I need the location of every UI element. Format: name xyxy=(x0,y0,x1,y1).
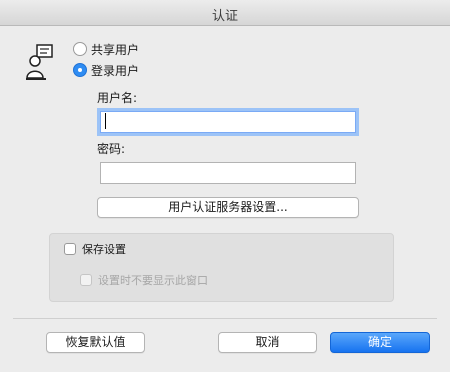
dont-show-window-checkbox: 设置时不要显示此窗口 xyxy=(80,272,208,288)
footer-separator xyxy=(13,318,437,319)
password-label: 密码: xyxy=(97,142,126,156)
radio-shared-user-control[interactable] xyxy=(73,42,87,56)
dont-show-window-label: 设置时不要显示此窗口 xyxy=(98,274,208,287)
title-bar[interactable]: 认证 xyxy=(0,0,450,26)
radio-login-user-control[interactable] xyxy=(73,63,87,77)
radio-shared-user-label: 共享用户 xyxy=(91,42,140,57)
username-field[interactable] xyxy=(100,111,356,133)
dont-show-window-checkbox-control xyxy=(80,274,92,286)
radio-login-user[interactable]: 登录用户 xyxy=(73,61,139,79)
username-label: 用户名: xyxy=(97,91,138,105)
save-settings-checkbox-control[interactable] xyxy=(64,243,76,255)
save-settings-checkbox[interactable]: 保存设置 xyxy=(64,241,126,257)
save-settings-label: 保存设置 xyxy=(82,243,126,256)
window-title: 认证 xyxy=(211,9,238,24)
cancel-button[interactable]: 取消 xyxy=(218,332,317,353)
radio-login-user-label: 登录用户 xyxy=(91,63,140,78)
server-settings-button[interactable]: 用户认证服务器设置... xyxy=(97,197,359,218)
text-caret xyxy=(105,113,106,129)
auth-dialog: 认证 共享用户 登录用户 用户名: 密码: 用户认证服务器设置... 保存设置 xyxy=(0,0,450,372)
ok-button[interactable]: 确定 xyxy=(330,332,430,353)
restore-defaults-button[interactable]: 恢复默认值 xyxy=(46,332,145,353)
password-field[interactable] xyxy=(100,162,356,184)
user-terminal-icon xyxy=(26,44,54,80)
radio-shared-user[interactable]: 共享用户 xyxy=(73,40,139,58)
